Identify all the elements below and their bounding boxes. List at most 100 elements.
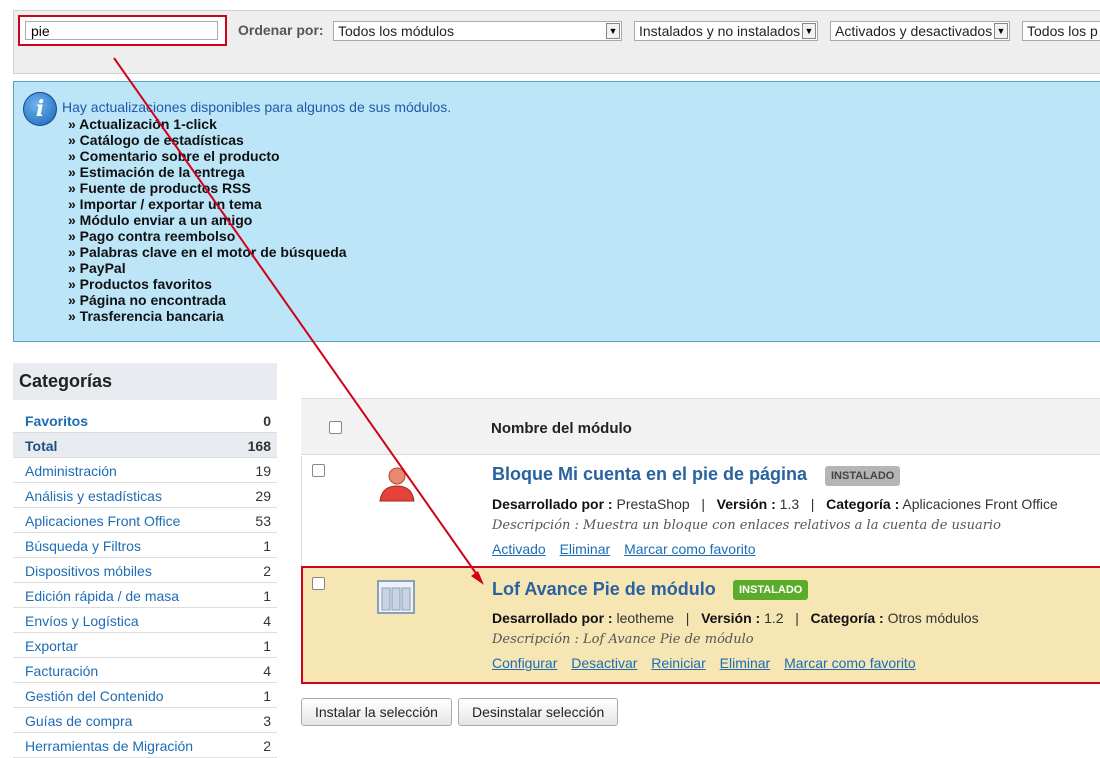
category-name: Edición rápida / de masa [25,588,180,604]
category-count: 4 [263,663,271,679]
category-count: 53 [255,513,271,529]
version-label: Versión : [716,496,776,512]
list-item: » Pago contra reembolso [68,228,236,244]
sidebar-item-busqueda[interactable]: Búsqueda y Filtros 1 [13,533,277,558]
sidebar-item-contenido[interactable]: Gestión del Contenido 1 [13,683,277,708]
category-name: Gestión del Contenido [25,688,164,704]
module-meta: Desarrollado por : leotheme | Versión : … [492,610,979,626]
sidebar-item-front-office[interactable]: Aplicaciones Front Office 53 [13,508,277,533]
category-count: 2 [263,738,271,754]
status-badge: INSTALADO [733,580,809,600]
category-name: Guías de compra [25,713,133,729]
list-item: » Actualización 1-click [68,116,217,132]
category-name: Búsqueda y Filtros [25,538,141,554]
sidebar-item-total[interactable]: Total 168 [13,433,277,458]
search-highlight-box [18,15,227,46]
developer-value: leotheme [616,610,675,626]
info-icon: i [23,92,57,126]
category-count: 1 [263,588,271,604]
select-value: Activados y desactivados [835,23,993,39]
user-account-icon [379,467,415,502]
category-count: 19 [255,463,271,479]
module-actions: Configurar Desactivar Reiniciar Eliminar… [492,655,926,671]
favorite-link[interactable]: Marcar como favorito [784,655,915,671]
version-value: 1.2 [764,610,784,626]
select-all-checkbox[interactable] [329,421,342,434]
category-name: Total [25,438,58,454]
category-value: Otros módulos [887,610,979,626]
category-count: 29 [255,488,271,504]
activated-link[interactable]: Activado [492,541,546,557]
sidebar-item-facturacion[interactable]: Facturación 4 [13,658,277,683]
install-selection-button[interactable]: Instalar la selección [301,698,452,726]
list-item: » Estimación de la entrega [68,164,245,180]
category-name: Aplicaciones Front Office [25,513,181,529]
list-item: » Palabras clave en el motor de búsqueda [68,244,347,260]
sidebar-item-favoritos[interactable]: Favoritos 0 [13,408,277,433]
list-item: » PayPal [68,260,126,276]
module-description: Descripción : Muestra un bloque con enla… [492,518,1001,533]
sidebar-item-migracion[interactable]: Herramientas de Migración 2 [13,733,277,758]
reset-link[interactable]: Reiniciar [651,655,705,671]
uninstall-selection-button[interactable]: Desinstalar selección [458,698,619,726]
sidebar-item-exportar[interactable]: Exportar 1 [13,633,277,658]
list-item: » Página no encontrada [68,292,226,308]
developer-label: Desarrollado por : [492,496,613,512]
category-value: Aplicaciones Front Office [902,496,1058,512]
select-value: Instalados y no instalados [639,23,801,39]
category-count: 168 [247,438,271,454]
sidebar-item-envios[interactable]: Envíos y Logística 4 [13,608,277,633]
category-label: Categoría : [810,610,884,626]
category-name: Herramientas de Migración [25,738,194,754]
module-filter-select[interactable]: Todos los módulos ▼ [333,21,622,41]
developer-label: Desarrollado por : [492,610,613,626]
category-name: Administración [25,463,117,479]
developer-value: PrestaShop [616,496,690,512]
list-item: » Fuente de productos RSS [68,180,251,196]
sidebar-item-moviles[interactable]: Dispositivos móbiles 2 [13,558,277,583]
author-select[interactable]: Todos los p [1022,21,1100,41]
category-list: Favoritos 0 Total 168 Administración 19 Aná… [13,408,277,758]
category-label: Categoría : [826,496,900,512]
delete-link[interactable]: Eliminar [720,655,771,671]
status-badge: INSTALADO [825,466,901,486]
row-checkbox[interactable] [312,464,325,477]
category-count: 4 [263,613,271,629]
sidebar-item-guias[interactable]: Guías de compra 3 [13,708,277,733]
select-value: Todos los p [1027,23,1098,39]
list-item: » Productos favoritos [68,276,212,292]
category-count: 1 [263,538,271,554]
category-count: 1 [263,688,271,704]
chevron-down-icon: ▼ [802,23,816,39]
update-message: Hay actualizaciones disponibles para alg… [62,99,452,115]
row-checkbox[interactable] [312,577,325,590]
configure-link[interactable]: Configurar [492,655,557,671]
search-input[interactable] [25,21,218,40]
table-row: Bloque Mi cuenta en el pie de página INS… [301,456,1100,566]
install-status-select[interactable]: Instalados y no instalados ▼ [634,21,818,41]
table-row: Lof Avance Pie de módulo INSTALADO Desar… [301,566,1100,684]
category-name: Dispositivos móbiles [25,563,152,579]
category-name: Exportar [25,638,78,654]
list-item: » Trasferencia bancaria [68,308,224,324]
column-module-name: Nombre del módulo [491,420,632,437]
update-module-list: » Actualización 1-click » Catálogo de es… [68,116,347,324]
sidebar-item-administracion[interactable]: Administración 19 [13,458,277,483]
favorite-link[interactable]: Marcar como favorito [624,541,755,557]
module-title[interactable]: Bloque Mi cuenta en el pie de página [492,464,807,485]
version-label: Versión : [701,610,761,626]
select-value: Todos los módulos [338,23,454,39]
activation-status-select[interactable]: Activados y desactivados ▼ [830,21,1010,41]
category-name: Análisis y estadísticas [25,488,162,504]
list-item: » Catálogo de estadísticas [68,132,244,148]
delete-link[interactable]: Eliminar [560,541,611,557]
category-count: 2 [263,563,271,579]
category-name: Favoritos [25,413,89,429]
deactivate-link[interactable]: Desactivar [571,655,637,671]
module-title[interactable]: Lof Avance Pie de módulo [492,579,716,600]
sidebar-item-analisis[interactable]: Análisis y estadísticas 29 [13,483,277,508]
category-name: Facturación [25,663,99,679]
module-description: Descripción : Lof Avance Pie de módulo [492,632,754,647]
sidebar-item-edicion-rapida[interactable]: Edición rápida / de masa 1 [13,583,277,608]
category-count: 0 [263,413,271,429]
